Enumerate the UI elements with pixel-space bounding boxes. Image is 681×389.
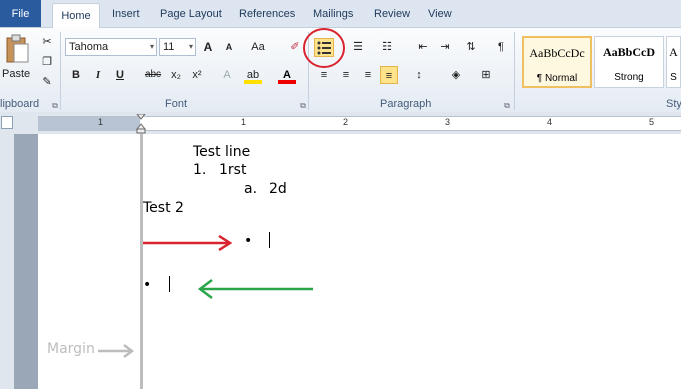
group-separator <box>60 32 61 110</box>
clipboard-icon <box>6 34 29 63</box>
doc-line-test-line: Test line <box>193 144 251 160</box>
tab-mailings[interactable]: Mailings <box>313 8 353 20</box>
multilevel-list-icon[interactable]: ☷ <box>378 38 396 56</box>
copy-icon[interactable]: ❐ <box>38 53 56 71</box>
line-spacing-icon[interactable]: ↕ <box>410 66 428 84</box>
sort-icon[interactable]: ⇅ <box>462 38 480 56</box>
style-name: Strong <box>614 72 644 83</box>
text-cursor <box>269 232 270 248</box>
horizontal-ruler-bar: 1 1 2 3 4 5 <box>0 112 681 135</box>
list-number: 1. <box>193 162 207 178</box>
paste-button[interactable]: Paste <box>2 34 32 84</box>
bold-button[interactable]: B <box>67 66 85 84</box>
ribbon-tab-bar: File Home Insert Page Layout References … <box>0 0 681 28</box>
chevron-down-icon: ▾ <box>149 42 154 51</box>
justify-icon[interactable]: ≡ <box>380 66 398 84</box>
underline-button[interactable]: U <box>111 66 129 84</box>
increase-indent-icon[interactable]: ⇥ <box>436 38 454 56</box>
italic-button[interactable]: I <box>89 66 107 84</box>
horizontal-ruler[interactable]: 1 1 2 3 4 5 <box>38 116 681 131</box>
ruler-margin-area <box>38 117 140 130</box>
font-name-box[interactable]: Tahoma ▾ <box>65 38 157 56</box>
indent-marker-icon[interactable] <box>136 114 146 134</box>
ruler-number: 2 <box>343 117 349 127</box>
format-painter-icon[interactable]: ✎ <box>38 73 56 91</box>
font-name-value: Tahoma <box>69 41 109 53</box>
margin-label: Margin <box>47 341 95 357</box>
highlight-icon[interactable]: ab <box>244 66 262 84</box>
numbering-icon[interactable]: ☰ <box>349 38 367 56</box>
shading-icon[interactable]: ◈ <box>447 66 465 84</box>
bullet-marker: • <box>143 277 152 293</box>
change-case-button[interactable]: Aa <box>247 38 269 56</box>
decrease-indent-icon[interactable]: ⇤ <box>414 38 432 56</box>
tab-file[interactable]: File <box>0 0 41 27</box>
tab-page-layout[interactable]: Page Layout <box>160 8 222 20</box>
font-size-value: 11 <box>163 41 175 53</box>
superscript-button[interactable]: x² <box>188 66 206 84</box>
style-sample: A <box>669 45 678 59</box>
grow-font-button[interactable]: A <box>199 38 217 56</box>
font-color-button[interactable]: A <box>278 66 296 84</box>
shrink-font-button[interactable]: A <box>220 38 238 56</box>
chevron-down-icon: ▾ <box>188 42 193 51</box>
font-size-box[interactable]: 11 ▾ <box>159 38 196 56</box>
font-group-label: Font <box>165 98 188 110</box>
margin-line <box>140 134 143 389</box>
text-effects-icon[interactable]: A <box>218 66 236 84</box>
style-sample: AaBbCcDc <box>529 46 585 60</box>
list-subnumber: a. <box>244 181 258 197</box>
show-formatting-button[interactable]: ¶ <box>492 38 510 56</box>
tab-review[interactable]: Review <box>374 8 410 20</box>
paragraph-group-label: Paragraph <box>380 98 432 110</box>
vertical-ruler[interactable] <box>0 134 15 389</box>
ruler-number: 1 <box>98 117 104 127</box>
text-cursor <box>169 276 170 292</box>
strikethrough-button[interactable]: abc <box>142 66 164 84</box>
align-right-icon[interactable]: ≡ <box>359 66 377 84</box>
doc-line-test-2: Test 2 <box>143 200 184 216</box>
red-circle-annotation <box>303 28 345 68</box>
borders-icon[interactable]: ⊞ <box>477 66 495 84</box>
paste-label: Paste <box>2 68 31 80</box>
style-next[interactable]: A S <box>666 36 681 88</box>
ruler-toggle-button[interactable] <box>1 116 13 129</box>
style-normal[interactable]: AaBbCcDc ¶ Normal <box>522 36 592 88</box>
tab-insert[interactable]: Insert <box>112 8 140 20</box>
style-name: S <box>670 72 677 83</box>
subscript-button[interactable]: x₂ <box>167 66 185 84</box>
list-item-text: 1rst <box>219 162 247 178</box>
green-arrow-annotation <box>197 279 313 299</box>
gray-arrow-annotation <box>98 344 135 358</box>
tab-references[interactable]: References <box>239 8 295 20</box>
styles-group-label: Sty <box>666 98 681 110</box>
tab-home[interactable]: Home <box>52 3 100 28</box>
align-left-icon[interactable]: ≡ <box>315 66 333 84</box>
clipboard-group-label: lipboard <box>0 98 40 110</box>
style-name: ¶ Normal <box>536 73 578 84</box>
ruler-number: 5 <box>649 117 655 127</box>
align-center-icon[interactable]: ≡ <box>337 66 355 84</box>
style-sample: AaBbCcD <box>602 45 655 59</box>
style-strong[interactable]: AaBbCcD Strong <box>594 36 664 88</box>
ruler-number: 1 <box>241 117 247 127</box>
group-separator <box>514 32 515 110</box>
tab-view[interactable]: View <box>428 8 452 20</box>
list-subitem-text: 2d <box>269 181 287 197</box>
bullet-marker: • <box>244 233 253 249</box>
red-arrow-annotation <box>143 235 233 251</box>
ruler-number: 4 <box>547 117 553 127</box>
ruler-number: 3 <box>445 117 451 127</box>
cut-icon[interactable]: ✂ <box>38 33 56 51</box>
